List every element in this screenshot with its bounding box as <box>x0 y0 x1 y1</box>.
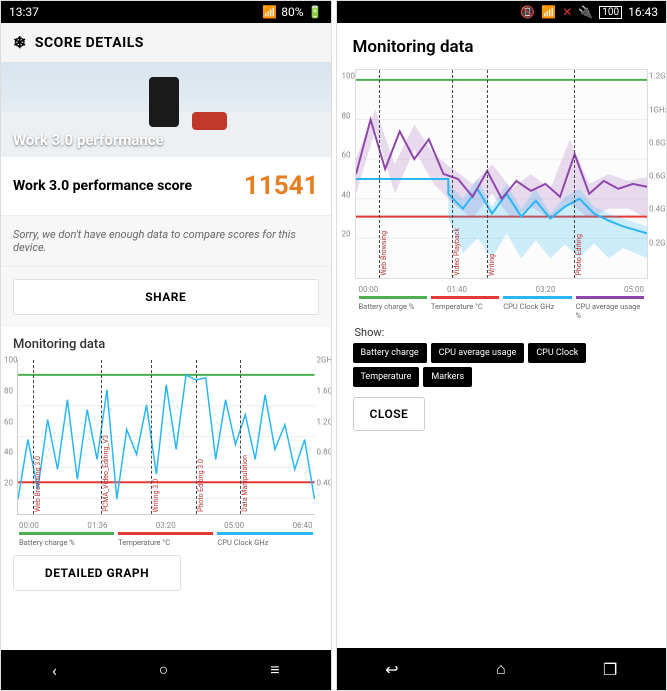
status-bar-left: 13:37 📶 80% 🔋 <box>1 1 331 23</box>
toggle-cpu-usage[interactable]: CPU average usage <box>431 343 525 363</box>
phone-left: 13:37 📶 80% 🔋 ❄ SCORE DETAILS Work 3.0 p… <box>0 0 332 691</box>
snowflake-icon: ❄ <box>13 33 27 52</box>
hero-image: Work 3.0 performance <box>1 62 331 157</box>
skier-figure <box>149 77 179 127</box>
compare-message: Sorry, we don't have enough data to comp… <box>1 215 331 267</box>
status-icons: 📶 80% 🔋 <box>262 5 322 19</box>
signal-x-icon: ✕ <box>562 5 572 19</box>
monitoring-title-left: Monitoring data <box>13 337 319 352</box>
legend-labels-right: Battery charge % Temperature °C CPU Cloc… <box>353 302 651 320</box>
hero-title: Work 3.0 performance <box>13 131 164 149</box>
monitoring-chart-left[interactable]: 100 80 60 40 20 2GHz 1.6GHz 1.2GHz 0.8GH… <box>17 360 315 515</box>
status-time: 13:37 <box>9 5 39 19</box>
toggle-temperature[interactable]: Temperature <box>353 367 420 387</box>
score-value: 11541 <box>244 171 319 201</box>
toggle-markers[interactable]: Markers <box>423 367 472 387</box>
x-ticks-left: 00:0001:3603:2005:0006:40 <box>13 521 319 532</box>
back-icon[interactable]: ↩ <box>385 660 398 679</box>
detailed-graph-button[interactable]: DETAILED GRAPH <box>13 555 181 591</box>
monitoring-title-right: Monitoring data <box>353 37 651 57</box>
toggle-cpu-clock[interactable]: CPU Clock <box>528 343 586 363</box>
toggle-battery[interactable]: Battery charge <box>353 343 427 363</box>
toggle-row: Battery charge CPU average usage CPU Clo… <box>353 343 651 387</box>
score-label: Work 3.0 performance score <box>13 178 192 194</box>
sled-figure <box>192 112 227 130</box>
android-nav-bar-right: ↩ ⌂ ❐ <box>337 648 667 690</box>
close-button[interactable]: CLOSE <box>353 397 426 431</box>
battery-icon: 🔋 <box>308 5 323 19</box>
signal-icon: 📶 <box>262 5 277 19</box>
recents-icon[interactable]: ❐ <box>603 660 617 679</box>
recents-icon[interactable]: ≡ <box>270 660 279 680</box>
x-ticks-right: 00:0001:4003:2005:00 <box>353 285 651 296</box>
monitoring-chart-right[interactable]: 100 80 60 40 20 1.2GHz 1GHz 0.8GHz 0.6GH… <box>355 69 649 279</box>
android-nav-bar-left: ‹ ○ ≡ <box>1 650 331 690</box>
score-row: Work 3.0 performance score 11541 <box>1 157 331 215</box>
status-time: 16:43 <box>628 5 658 19</box>
status-bar-right: 📵 📶 ✕ 🔌 100 16:43 <box>337 1 667 23</box>
battery-icon: 🔌 <box>578 5 593 19</box>
home-icon[interactable]: ○ <box>159 660 169 680</box>
legend-labels-left: Battery charge % Temperature °C CPU Cloc… <box>13 538 319 547</box>
score-details-header: ❄ SCORE DETAILS <box>1 23 331 62</box>
show-label: Show: <box>355 326 649 339</box>
wifi-icon: 📶 <box>541 5 556 19</box>
share-button[interactable]: SHARE <box>13 279 319 315</box>
phone-right: 📵 📶 ✕ 🔌 100 16:43 Monitoring data 100 80… <box>336 0 667 691</box>
header-title: SCORE DETAILS <box>35 35 144 51</box>
home-icon[interactable]: ⌂ <box>496 659 506 679</box>
battery-text: 100 <box>599 6 622 19</box>
back-icon[interactable]: ‹ <box>52 661 57 680</box>
sim-icon: 📵 <box>520 5 535 19</box>
battery-text: 80% <box>281 5 303 19</box>
